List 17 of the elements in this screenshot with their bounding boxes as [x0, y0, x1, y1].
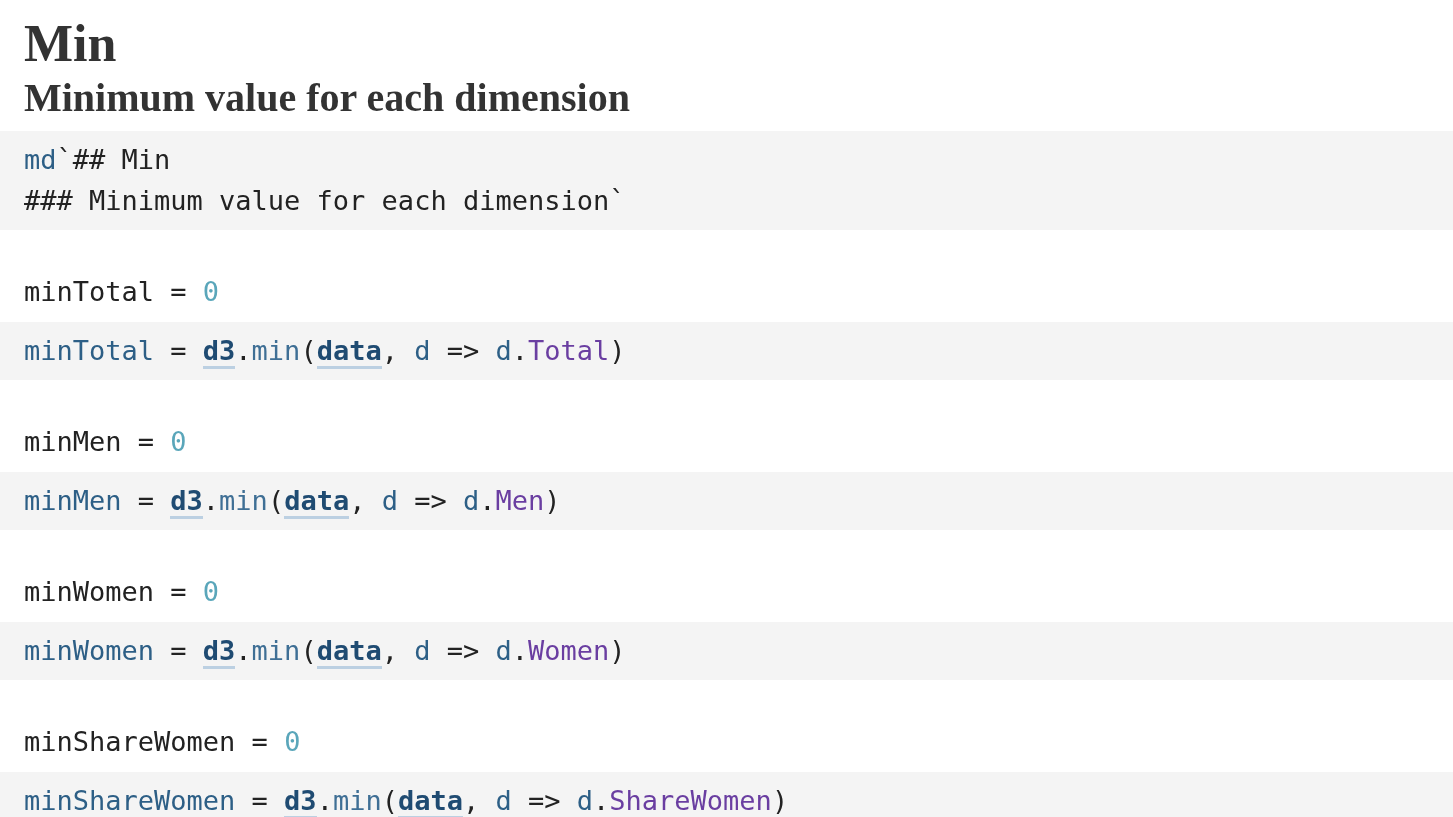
cell-output: minWomen = 0 [24, 575, 220, 609]
code-cell[interactable]: minTotal = d3.min(data, d => d.Total) [0, 322, 1453, 380]
code-line: ### Minimum value for each dimension` [24, 184, 626, 218]
code-line: minWomen = d3.min(data, d => d.Women) [24, 630, 626, 671]
cell-output: minTotal = 0 [24, 275, 220, 309]
code-line: minShareWomen = d3.min(data, d => d.ShareWomen) [24, 784, 789, 817]
code-cell[interactable]: md`## Min ### Minimum value for each dimension` [0, 131, 1453, 230]
code-cell[interactable]: minMen = d3.min(data, d => d.Men) [0, 472, 1453, 530]
cell-output: minShareWomen = 0 [24, 725, 301, 759]
cell-output: minMen = 0 [24, 425, 187, 459]
code-cell[interactable]: minShareWomen = d3.min(data, d => d.ShareWomen) [0, 772, 1453, 817]
code-cell[interactable]: minWomen = d3.min(data, d => d.Women) [0, 622, 1453, 680]
notebook-title: Min [24, 14, 117, 74]
code-line: minTotal = d3.min(data, d => d.Total) [24, 330, 626, 371]
code-line: md`## Min [24, 143, 171, 177]
code-line: minMen = d3.min(data, d => d.Men) [24, 480, 561, 521]
section-subtitle: Minimum value for each dimension [24, 74, 630, 122]
